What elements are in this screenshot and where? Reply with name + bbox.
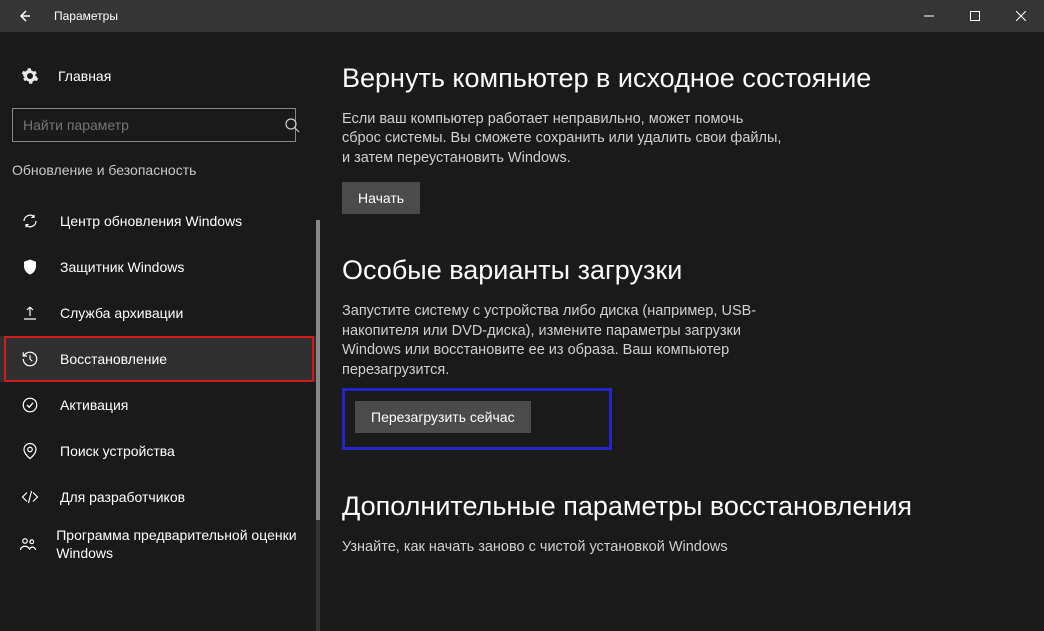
nav-list: Центр обновления Windows Защитник Window… xyxy=(0,198,320,568)
restart-now-button[interactable]: Перезагрузить сейчас xyxy=(355,401,531,433)
home-label: Главная xyxy=(58,68,111,84)
nav-item-insider[interactable]: Программа предварительной оценки Windows xyxy=(0,520,320,568)
section-advanced-startup: Особые варианты загрузки Запустите систе… xyxy=(342,254,1020,450)
sync-icon xyxy=(18,212,42,230)
code-icon xyxy=(18,488,42,506)
nav-label: Поиск устройства xyxy=(60,442,185,460)
nav-label: Центр обновления Windows xyxy=(60,212,252,230)
more-heading: Дополнительные параметры восстановления xyxy=(342,490,1020,524)
back-button[interactable] xyxy=(0,0,48,32)
nav-item-developers[interactable]: Для разработчиков xyxy=(0,474,320,520)
nav-item-recovery[interactable]: Восстановление xyxy=(0,336,320,382)
scrollbar-thumb[interactable] xyxy=(316,220,320,520)
reset-body: Если ваш компьютер работает неправильно,… xyxy=(342,110,782,169)
search-input[interactable] xyxy=(12,108,296,142)
section-reset: Вернуть компьютер в исходное состояние Е… xyxy=(342,62,1020,214)
reset-heading: Вернуть компьютер в исходное состояние xyxy=(342,62,1020,96)
home-button[interactable]: Главная xyxy=(0,56,320,96)
content: Вернуть компьютер в исходное состояние Е… xyxy=(320,32,1044,631)
nav-label: Для разработчиков xyxy=(60,488,195,506)
close-icon xyxy=(1016,11,1026,21)
nav-item-windows-update[interactable]: Центр обновления Windows xyxy=(0,198,320,244)
maximize-icon xyxy=(970,11,980,21)
reset-start-button[interactable]: Начать xyxy=(342,182,420,214)
category-label: Обновление и безопасность xyxy=(0,142,320,186)
advstart-body: Запустите систему с устройства либо диск… xyxy=(342,302,782,380)
advstart-heading: Особые варианты загрузки xyxy=(342,254,1020,288)
history-icon xyxy=(18,350,42,368)
nav-item-backup[interactable]: Служба архивации xyxy=(0,290,320,336)
gear-icon xyxy=(18,67,42,85)
titlebar: Параметры xyxy=(0,0,1044,32)
location-icon xyxy=(18,442,42,460)
people-icon xyxy=(18,535,38,553)
sidebar: Главная Обновление и безопасность Центр … xyxy=(0,32,320,631)
close-button[interactable] xyxy=(998,0,1044,32)
upload-icon xyxy=(18,304,42,322)
section-more-recovery: Дополнительные параметры восстановления … xyxy=(342,490,1020,557)
search-box[interactable] xyxy=(12,108,308,142)
maximize-button[interactable] xyxy=(952,0,998,32)
more-body: Узнайте, как начать заново с чистой уста… xyxy=(342,538,782,558)
minimize-icon xyxy=(924,11,934,21)
shield-icon xyxy=(18,258,42,276)
nav-item-defender[interactable]: Защитник Windows xyxy=(0,244,320,290)
sidebar-scrollbar[interactable] xyxy=(316,220,320,631)
highlight-restart-now: Перезагрузить сейчас xyxy=(342,388,612,450)
window-title: Параметры xyxy=(48,9,118,23)
nav-label: Защитник Windows xyxy=(60,258,194,276)
nav-label: Активация xyxy=(60,396,138,414)
nav-item-find-device[interactable]: Поиск устройства xyxy=(0,428,320,474)
nav-label: Служба архивации xyxy=(60,304,193,322)
nav-label: Программа предварительной оценки Windows xyxy=(56,526,320,562)
nav-label: Восстановление xyxy=(60,350,177,368)
check-circle-icon xyxy=(18,396,42,414)
nav-item-activation[interactable]: Активация xyxy=(0,382,320,428)
arrow-left-icon xyxy=(16,8,32,24)
minimize-button[interactable] xyxy=(906,0,952,32)
